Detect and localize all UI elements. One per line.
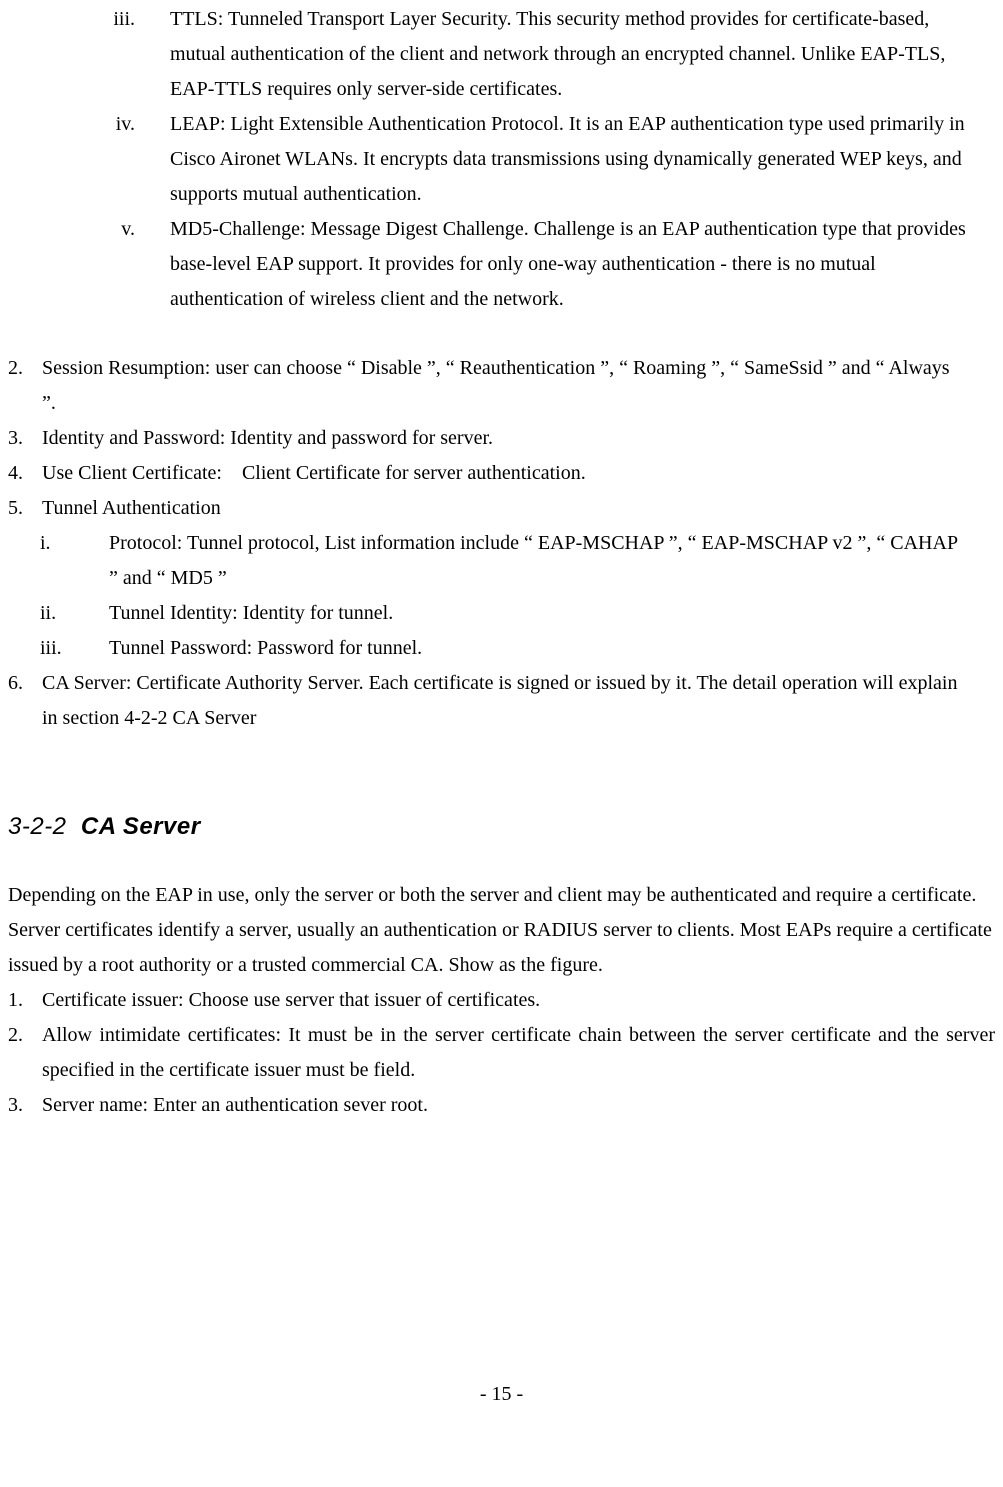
item-marker: 5. [8,491,42,526]
item-marker: 3. [8,421,42,456]
item-text: Tunnel Identity: Identity for tunnel. [109,596,968,631]
paragraph-text: Depending on the EAP in use, only the se… [8,878,993,983]
list-item: iii. Tunnel Password: Password for tunne… [40,631,968,666]
item-marker: 4. [8,456,42,491]
item-marker: v. [40,212,170,247]
item-text: Tunnel Password: Password for tunnel. [109,631,968,666]
page-number: - 15 - [0,1377,1003,1412]
list-item: v. MD5-Challenge: Message Digest Challen… [40,212,968,317]
item-text: LEAP: Light Extensible Authentication Pr… [170,107,968,212]
list-item: 4. Use Client Certificate: Client Certif… [8,456,968,491]
item-text: CA Server: Certificate Authority Server.… [42,666,968,736]
item-text: Use Client Certificate: Client Certifica… [42,456,968,491]
item-marker: 1. [8,983,42,1018]
list-item: i. Protocol: Tunnel protocol, List infor… [40,526,968,596]
section-number: 3-2-2 [8,813,67,840]
item-marker: iv. [40,107,170,142]
item-text: Tunnel Authentication [42,491,968,526]
item-text: TTLS: Tunneled Transport Layer Security.… [170,2,968,107]
item-marker: i. [40,526,109,561]
list-item: 6. CA Server: Certificate Authority Serv… [8,666,968,736]
item-text: Certificate issuer: Choose use server th… [42,983,995,1018]
list-item: 1. Certificate issuer: Choose use server… [8,983,995,1018]
item-text: Protocol: Tunnel protocol, List informat… [109,526,968,596]
item-marker: 3. [8,1088,42,1123]
page: iii. TTLS: Tunneled Transport Layer Secu… [0,2,1003,1487]
list-item: iv. LEAP: Light Extensible Authenticatio… [40,107,968,212]
list-item: 5. Tunnel Authentication [8,491,968,526]
item-marker: 2. [8,1018,42,1053]
section-numbered-list: 1. Certificate issuer: Choose use server… [8,983,995,1123]
item5-sublist: i. Protocol: Tunnel protocol, List infor… [40,526,968,666]
list-item: ii. Tunnel Identity: Identity for tunnel… [40,596,968,631]
item-text: Identity and Password: Identity and pass… [42,421,968,456]
section-title-text: CA Server [81,813,201,840]
item-marker: iii. [40,631,109,666]
list-item: 2. Session Resumption: user can choose “… [8,351,968,421]
item-marker: iii. [40,2,170,37]
main-numbered-list: 2. Session Resumption: user can choose “… [8,351,968,736]
list-item: 3. Identity and Password: Identity and p… [8,421,968,456]
item-text: Allow intimidate certificates: It must b… [42,1018,995,1088]
item-text: MD5-Challenge: Message Digest Challenge.… [170,212,968,317]
section-heading: 3-2-2 CA Server [8,806,1003,848]
item-marker: 2. [8,351,42,386]
list-item: 3. Server name: Enter an authentication … [8,1088,995,1123]
list-item: 2. Allow intimidate certificates: It mus… [8,1018,995,1088]
item-marker: 6. [8,666,42,701]
section-paragraph: Depending on the EAP in use, only the se… [8,878,993,983]
item-text: Session Resumption: user can choose “ Di… [42,351,968,421]
item-marker: ii. [40,596,109,631]
item-text: Server name: Enter an authentication sev… [42,1088,995,1123]
top-roman-list: iii. TTLS: Tunneled Transport Layer Secu… [40,2,968,317]
list-item: iii. TTLS: Tunneled Transport Layer Secu… [40,2,968,107]
